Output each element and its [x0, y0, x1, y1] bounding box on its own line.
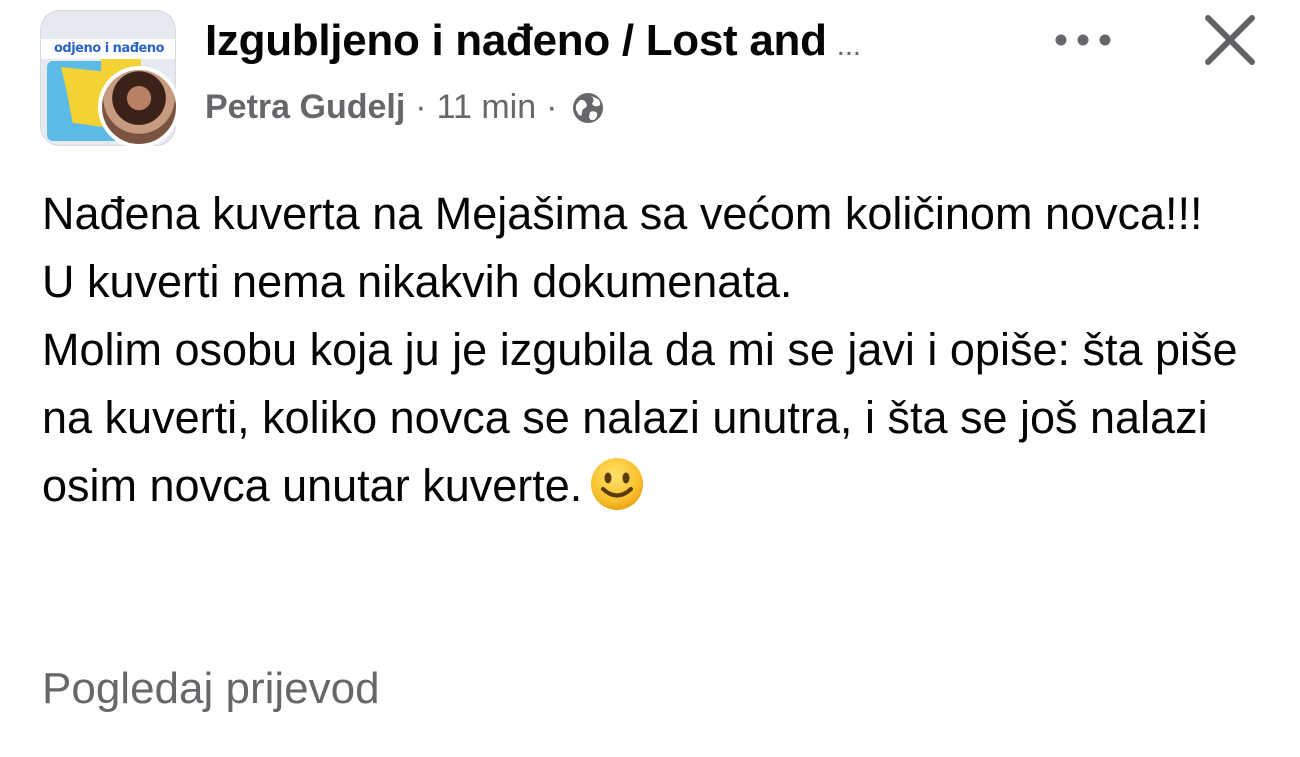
post-line: U kuverti nema nikakvih dokumenata. — [42, 256, 793, 307]
smiling-face-icon — [588, 455, 646, 513]
post-line: Nađena kuverta na Mejašima sa većom koli… — [42, 188, 1203, 239]
close-icon[interactable] — [1198, 8, 1262, 72]
meta-separator: · — [546, 88, 558, 126]
post-text: Nađena kuverta na Mejašima sa većom koli… — [42, 180, 1272, 520]
author-name[interactable]: Petra Gudelj — [205, 88, 405, 127]
globe-icon — [571, 91, 605, 125]
post-time[interactable]: 11 min — [437, 88, 537, 127]
group-avatar-logo-text: odjeno i nađeno — [41, 39, 175, 59]
post-line-with-emoji: Molim osobu koja ju je izgubila da mi se… — [42, 316, 1272, 520]
post-card: odjeno i nađeno Izgubljeno i nađeno / Lo… — [0, 0, 1300, 757]
post-meta: Petra Gudelj · 11 min · — [205, 88, 605, 127]
group-name: Izgubljeno i nađeno / Lost and — [205, 16, 827, 65]
meta-separator: · — [415, 88, 427, 126]
group-name-link[interactable]: Izgubljeno i nađeno / Lost and... — [205, 16, 861, 66]
more-horizontal-icon[interactable] — [1050, 20, 1116, 60]
see-translation-link[interactable]: Pogledaj prijevod — [42, 664, 380, 714]
group-name-ellipsis: ... — [836, 29, 861, 62]
user-avatar[interactable] — [98, 66, 180, 148]
